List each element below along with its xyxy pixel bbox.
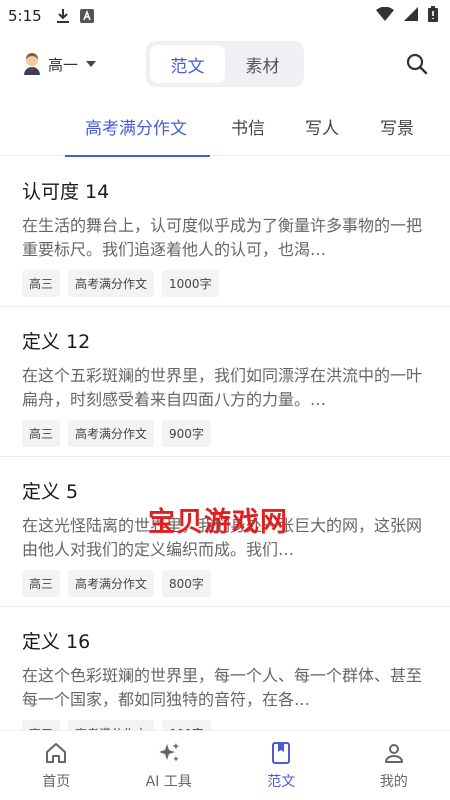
article-title: 定义 5	[22, 481, 79, 503]
tag-category: 高考满分作文	[68, 270, 155, 297]
article-title: 认可度 14	[22, 181, 110, 203]
nav-essays[interactable]: 范文	[225, 731, 338, 800]
tag-grade: 高三	[22, 270, 61, 297]
tag-category: 高考满分作文	[68, 570, 155, 597]
article-tags: 高三 高考满分作文 800字	[22, 570, 428, 597]
bookmark-book-icon	[272, 741, 291, 764]
nav-profile[interactable]: 我的	[338, 731, 450, 800]
tag-word-count: 800字	[162, 570, 211, 597]
article-excerpt: 在这个五彩斑斓的世界里，我们如同漂浮在洪流中的一叶扁舟，时刻感受着来自四面八方的…	[22, 366, 423, 409]
sparkle-icon	[158, 742, 180, 762]
tag-category: 高考满分作文	[68, 420, 155, 447]
article-tags: 高三 高考满分作文 900字	[22, 420, 428, 447]
tag-grade: 高三	[22, 420, 61, 447]
segment-materials[interactable]: 素材	[225, 45, 300, 83]
signal-icon	[404, 7, 418, 25]
tag-word-count: 900字	[162, 720, 211, 730]
status-time: 5:15	[8, 7, 42, 25]
tag-category: 高考满分作文	[68, 720, 155, 730]
home-icon	[46, 742, 67, 763]
article-card[interactable]: 认可度 14 在生活的舞台上，认可度似乎成为了衡量许多事物的一把重要标尺。我们追…	[0, 157, 450, 307]
tag-word-count: 900字	[162, 420, 211, 447]
article-excerpt: 在这个色彩斑斓的世界里，每一个人、每一个群体、甚至每一个国家，都如同独特的音符，…	[22, 666, 423, 709]
search-button[interactable]	[402, 49, 432, 79]
nav-home[interactable]: 首页	[0, 731, 113, 800]
article-title: 定义 16	[22, 631, 91, 653]
article-tags: 高三 高考满分作文 1000字	[22, 270, 428, 297]
tab-gaokao-full-score[interactable]: 高考满分作文	[85, 114, 187, 139]
grade-picker[interactable]: 高一	[22, 53, 97, 75]
article-title: 定义 12	[22, 331, 91, 353]
article-card[interactable]: 定义 12 在这个五彩斑斓的世界里，我们如同漂浮在洪流中的一叶扁舟，时刻感受着来…	[0, 307, 450, 457]
tab-people[interactable]: 写人	[305, 114, 339, 139]
article-card[interactable]: 定义 5 在这光怪陆离的世界里，我们身处一张巨大的网，这张网由他人对我们的定义编…	[0, 457, 450, 607]
tab-letters[interactable]: 书信	[231, 114, 265, 139]
article-excerpt: 在这光怪陆离的世界里，我们身处一张巨大的网，这张网由他人对我们的定义编织而成。我…	[22, 516, 423, 559]
tag-grade: 高三	[22, 570, 61, 597]
app-notification-icon	[79, 9, 94, 23]
article-excerpt: 在生活的舞台上，认可度似乎成为了衡量许多事物的一把重要标尺。我们追逐着他人的认可…	[22, 216, 423, 259]
battery-icon	[428, 6, 438, 26]
grade-label: 高一	[48, 55, 79, 74]
article-tags: 高三 高考满分作文 900字	[22, 720, 428, 730]
student-avatar-icon	[22, 53, 42, 75]
content-type-switch: 范文 素材	[146, 41, 304, 87]
segment-essays[interactable]: 范文	[150, 45, 225, 83]
nav-profile-label: 我的	[379, 773, 408, 790]
nav-essays-label: 范文	[267, 773, 296, 790]
download-icon	[56, 8, 70, 24]
top-header: 高一 范文 素材	[0, 32, 450, 96]
person-icon	[384, 743, 403, 763]
nav-ai-tools[interactable]: AI 工具	[113, 731, 226, 800]
nav-ai-tools-label: AI 工具	[145, 773, 192, 790]
tag-word-count: 1000字	[162, 270, 219, 297]
bottom-navigation: 首页 AI 工具 范文 我的	[0, 730, 450, 800]
tab-scenery[interactable]: 写景	[380, 114, 414, 139]
category-tabs: 高考满分作文 书信 写人 写景	[0, 96, 450, 156]
chevron-down-icon	[86, 61, 97, 67]
nav-home-label: 首页	[42, 773, 71, 790]
article-card[interactable]: 定义 16 在这个色彩斑斓的世界里，每一个人、每一个群体、甚至每一个国家，都如同…	[0, 607, 450, 730]
tag-grade: 高三	[22, 720, 61, 730]
article-list: 认可度 14 在生活的舞台上，认可度似乎成为了衡量许多事物的一把重要标尺。我们追…	[0, 157, 450, 730]
search-icon	[406, 53, 428, 75]
wifi-icon	[376, 6, 394, 25]
status-bar: 5:15	[0, 0, 450, 32]
